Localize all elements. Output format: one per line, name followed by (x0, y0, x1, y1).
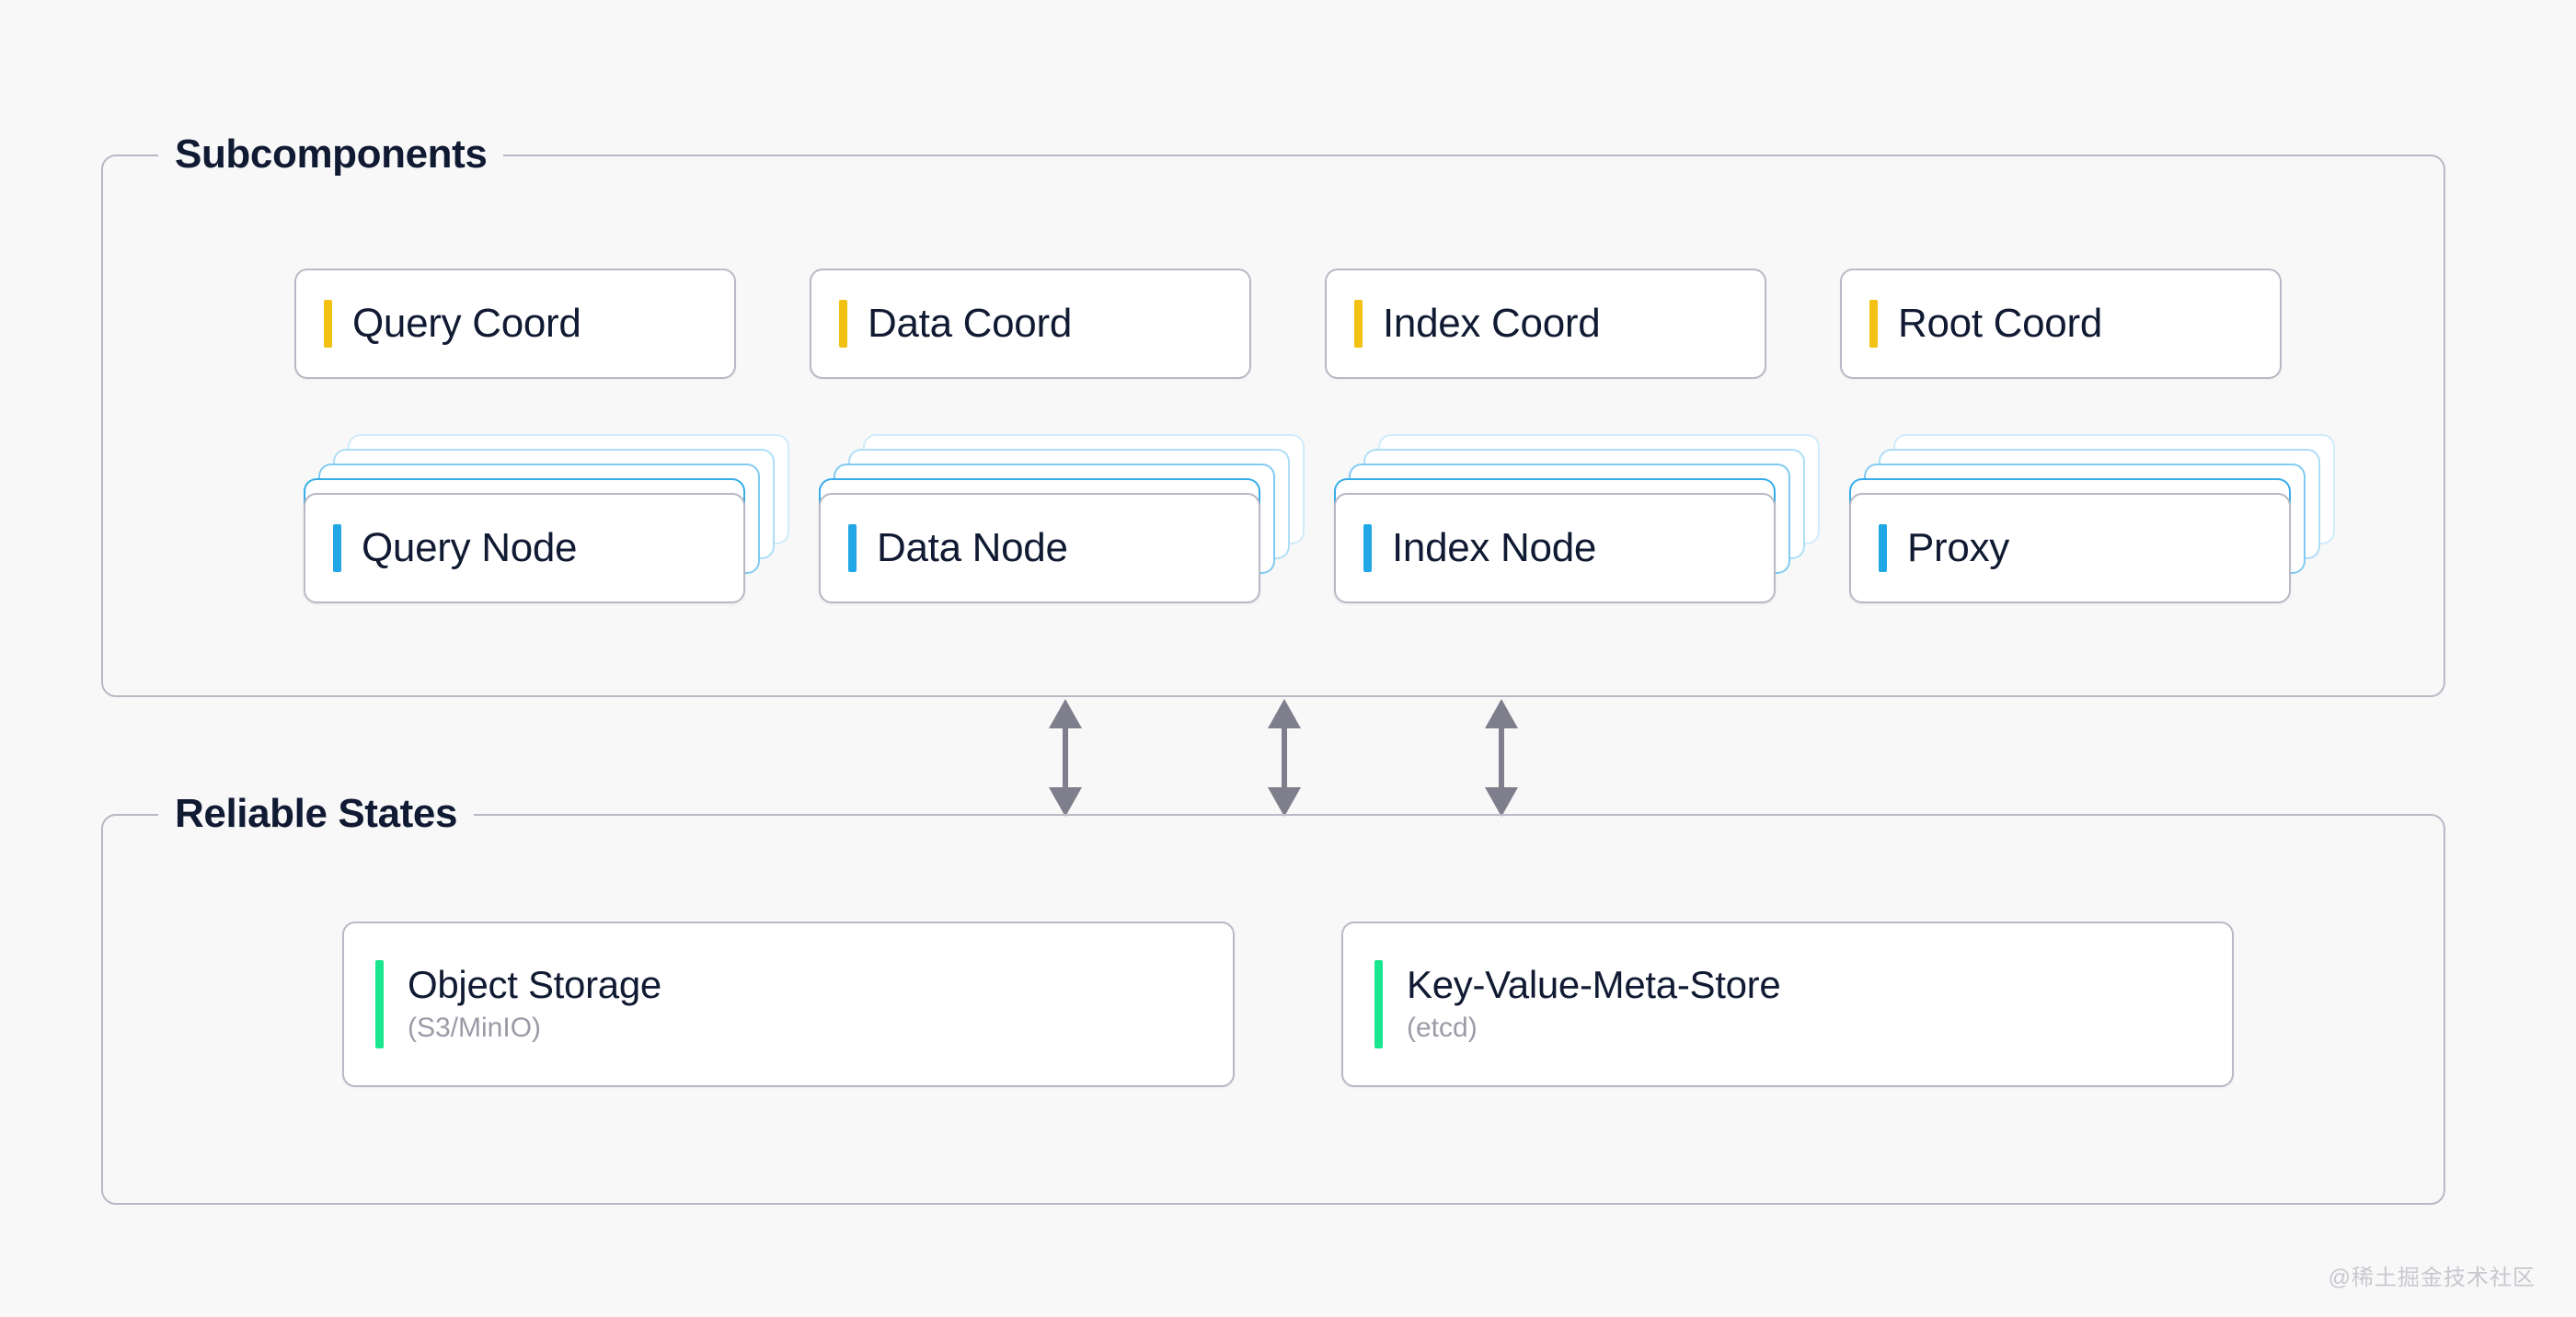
card-text: Root Coord (1898, 301, 2102, 346)
card-text: Data Coord (868, 301, 1072, 346)
accent-bar-icon (333, 524, 341, 572)
watermark: @稀土掘金技术社区 (2328, 1265, 2536, 1290)
connector-arrow-3 (1474, 699, 1529, 817)
card-text: Data Node (877, 525, 1068, 570)
accent-bar-icon (1869, 300, 1878, 348)
card-title: Query Coord (352, 301, 581, 347)
card-query-node[interactable]: Query Node (304, 493, 745, 603)
diagram-canvas: Subcomponents Query Coord Data Coord Ind… (0, 0, 2576, 1317)
double-arrow-icon (1268, 699, 1301, 817)
card-text: Query Node (362, 525, 578, 571)
card-subtitle: (etcd) (1407, 1013, 1478, 1044)
double-arrow-icon (1485, 699, 1518, 817)
accent-bar-icon (1354, 300, 1363, 348)
card-root-coord[interactable]: Root Coord (1840, 269, 2282, 379)
card-index-node[interactable]: Index Node (1334, 493, 1776, 603)
card-stack-index-node[interactable]: Index Node (1334, 434, 1820, 603)
card-text: Query Coord (352, 301, 581, 346)
double-arrow-icon (1049, 699, 1082, 817)
card-stack-proxy[interactable]: Proxy (1849, 434, 2335, 603)
card-title: Data Node (877, 525, 1068, 571)
card-proxy[interactable]: Proxy (1849, 493, 2291, 603)
accent-bar-icon (375, 960, 384, 1048)
card-text: Key-Value-Meta-Store (etcd) (1407, 962, 1781, 1046)
card-title: Object Storage (408, 962, 661, 1006)
accent-bar-icon (1879, 524, 1887, 572)
card-data-node[interactable]: Data Node (819, 493, 1260, 603)
card-title: Data Coord (868, 301, 1073, 347)
card-stack-query-node[interactable]: Query Node (304, 434, 789, 603)
card-index-coord[interactable]: Index Coord (1325, 269, 1766, 379)
card-data-coord[interactable]: Data Coord (810, 269, 1251, 379)
card-object-storage[interactable]: Object Storage (S3/MinIO) (342, 922, 1235, 1087)
card-title: Index Node (1392, 525, 1597, 571)
card-subtitle: (S3/MinIO) (408, 1013, 542, 1044)
group-reliable-states-label: Reliable States (158, 788, 475, 840)
group-subcomponents: Subcomponents (101, 129, 2445, 697)
card-key-value-meta-store[interactable]: Key-Value-Meta-Store (etcd) (1341, 922, 2234, 1087)
connector-arrow-2 (1257, 699, 1312, 817)
accent-bar-icon (839, 300, 847, 348)
card-stack-data-node[interactable]: Data Node (819, 434, 1305, 603)
accent-bar-icon (324, 300, 332, 348)
accent-bar-icon (1374, 960, 1383, 1048)
accent-bar-icon (848, 524, 857, 572)
card-title: Index Coord (1383, 301, 1601, 347)
accent-bar-icon (1363, 524, 1372, 572)
card-text: Object Storage (S3/MinIO) (408, 963, 661, 1046)
card-query-coord[interactable]: Query Coord (294, 269, 736, 379)
card-text: Proxy (1907, 525, 2009, 570)
connector-arrow-1 (1038, 699, 1093, 817)
card-title: Key-Value-Meta-Store (1407, 962, 1781, 1006)
card-title: Root Coord (1898, 301, 2103, 347)
card-text: Index Coord (1383, 301, 1601, 347)
group-subcomponents-label: Subcomponents (158, 129, 504, 180)
card-title: Proxy (1907, 525, 2009, 571)
card-text: Index Node (1392, 525, 1596, 570)
card-title: Query Node (362, 525, 578, 571)
